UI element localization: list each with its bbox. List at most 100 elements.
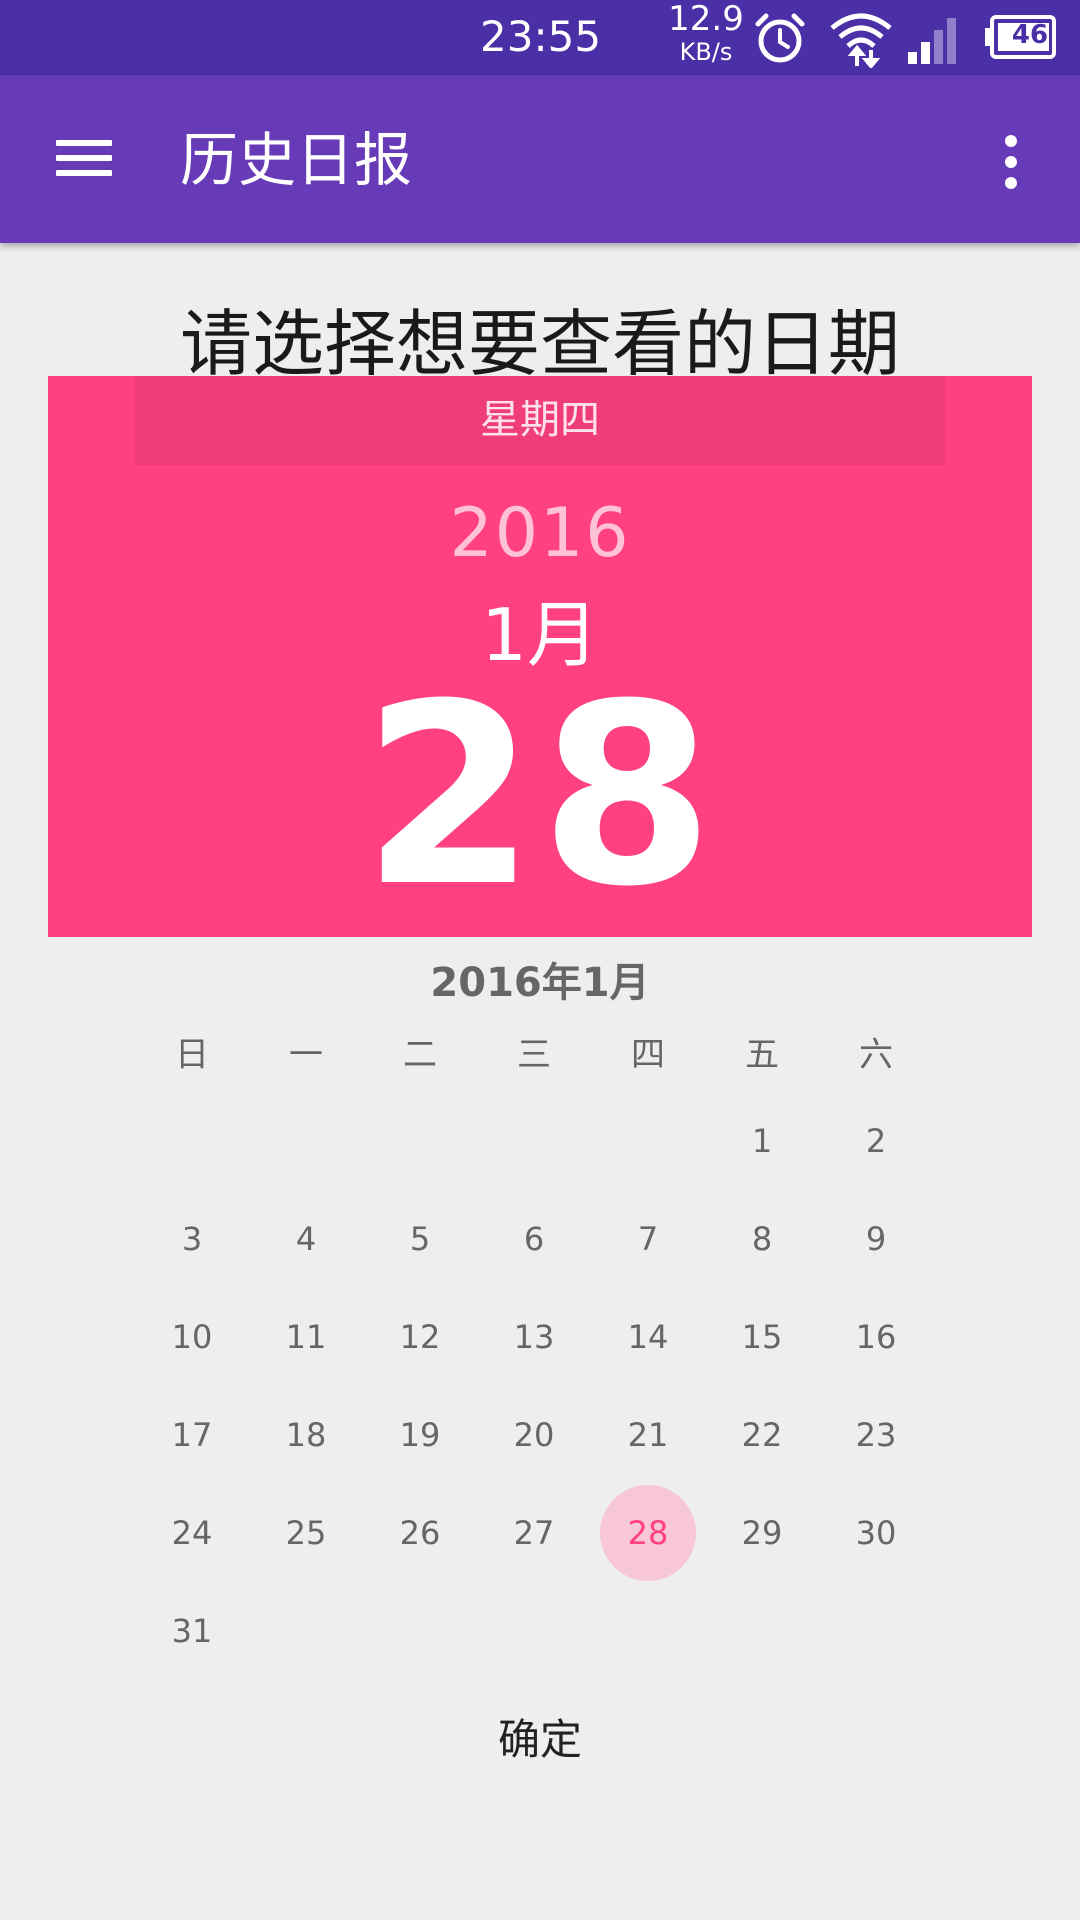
calendar-day-number: 8 — [751, 1220, 773, 1258]
calendar-day[interactable]: 16 — [819, 1288, 933, 1386]
calendar-day-number: 13 — [513, 1318, 555, 1356]
signal-icon — [906, 10, 966, 70]
calendar-day[interactable]: 6 — [477, 1190, 591, 1288]
calendar-day[interactable]: 3 — [135, 1190, 249, 1288]
calendar-day-number: 20 — [513, 1416, 555, 1454]
calendar-day-number: 15 — [741, 1318, 783, 1356]
calendar-day[interactable]: 30 — [819, 1484, 933, 1582]
calendar-empty-cell — [363, 1092, 477, 1190]
calendar-day-number: 30 — [855, 1514, 897, 1552]
status-bar: 23:55 12.9 KB/s 46 — [0, 0, 1080, 75]
calendar-empty-cell — [363, 1582, 477, 1680]
calendar-day-number: 26 — [399, 1514, 441, 1552]
network-speed: 12.9 KB/s — [666, 2, 746, 64]
calendar-day-number: 14 — [627, 1318, 669, 1356]
weekday-label: 日 — [175, 1034, 209, 1075]
calendar-day-number: 24 — [171, 1514, 213, 1552]
calendar-day[interactable]: 4 — [249, 1190, 363, 1288]
calendar-day[interactable]: 13 — [477, 1288, 591, 1386]
selected-weekday: 星期四 — [135, 376, 945, 465]
calendar-day[interactable]: 28 — [591, 1484, 705, 1582]
calendar-day[interactable]: 29 — [705, 1484, 819, 1582]
calendar-day[interactable]: 23 — [819, 1386, 933, 1484]
calendar-day-number: 27 — [513, 1514, 555, 1552]
selected-year[interactable]: 2016 — [48, 494, 1032, 573]
calendar-day[interactable]: 18 — [249, 1386, 363, 1484]
calendar-day-number: 16 — [855, 1318, 897, 1356]
calendar-day-number: 22 — [741, 1416, 783, 1454]
calendar-day[interactable]: 26 — [363, 1484, 477, 1582]
calendar-day[interactable]: 12 — [363, 1288, 477, 1386]
status-time: 23:55 — [480, 12, 602, 61]
calendar-week-row: 10 11 12 13 14 15 16 — [135, 1288, 935, 1386]
hamburger-menu-icon[interactable] — [40, 120, 130, 192]
calendar-weeks: 1 2 3 4 5 6 7 8 9 10 11 12 13 14 15 16 17 18 19 20 21 22 23 24 2… — [135, 1092, 935, 1680]
date-picker-header: 星期四 2016 1月 28 — [48, 376, 1032, 941]
calendar-day-number: 6 — [523, 1220, 545, 1258]
calendar-day-number: 31 — [171, 1612, 213, 1650]
calendar-day[interactable]: 31 — [135, 1582, 249, 1680]
calendar-empty-cell — [135, 1092, 249, 1190]
calendar-day-number: 3 — [181, 1220, 203, 1258]
calendar-empty-cell — [477, 1582, 591, 1680]
calendar-day[interactable]: 14 — [591, 1288, 705, 1386]
calendar-day-number: 7 — [637, 1220, 659, 1258]
calendar-day-number: 23 — [855, 1416, 897, 1454]
calendar-day[interactable]: 1 — [705, 1092, 819, 1190]
calendar-day-number: 21 — [627, 1416, 669, 1454]
calendar-day-number: 18 — [285, 1416, 327, 1454]
calendar-day[interactable]: 11 — [249, 1288, 363, 1386]
calendar-day[interactable]: 21 — [591, 1386, 705, 1484]
more-vert-icon[interactable] — [980, 125, 1040, 199]
calendar-day[interactable]: 2 — [819, 1092, 933, 1190]
calendar-month-title: 2016年1月 — [430, 960, 650, 1006]
wifi-icon — [828, 10, 894, 72]
calendar-empty-cell — [591, 1582, 705, 1680]
selected-day[interactable]: 28 — [48, 646, 1032, 946]
app-bar: 历史日报 — [0, 75, 1080, 243]
calendar-day-number: 11 — [285, 1318, 327, 1356]
calendar-day[interactable]: 5 — [363, 1190, 477, 1288]
calendar-day[interactable]: 10 — [135, 1288, 249, 1386]
calendar-day-number: 12 — [399, 1318, 441, 1356]
calendar-week-row: 17 18 19 20 21 22 23 — [135, 1386, 935, 1484]
calendar-week-row: 24 25 26 27 28 29 30 — [135, 1484, 935, 1582]
weekday-label: 一 — [289, 1034, 323, 1075]
calendar-empty-cell — [705, 1582, 819, 1680]
calendar-day[interactable]: 27 — [477, 1484, 591, 1582]
calendar-day[interactable]: 15 — [705, 1288, 819, 1386]
page-title: 历史日报 — [180, 126, 413, 194]
calendar-day[interactable]: 19 — [363, 1386, 477, 1484]
calendar-week-row: 31 — [135, 1582, 935, 1680]
weekday-label: 六 — [859, 1034, 893, 1075]
weekday-label: 三 — [517, 1034, 551, 1075]
network-speed-unit: KB/s — [679, 38, 733, 66]
calendar-day[interactable]: 7 — [591, 1190, 705, 1288]
weekday-label: 五 — [745, 1034, 779, 1075]
battery-level: 46 — [1011, 20, 1049, 50]
calendar-grid: 日 一 二 三 四 五 六 1 2 3 4 5 6 7 8 9 10 11 12 13 14 15 16 17 1… — [135, 1010, 935, 1680]
calendar-day[interactable]: 20 — [477, 1386, 591, 1484]
calendar-day[interactable]: 25 — [249, 1484, 363, 1582]
weekday-label: 二 — [403, 1034, 437, 1075]
calendar-day-number: 5 — [409, 1220, 431, 1258]
alarm-icon — [752, 10, 808, 70]
weekday-label: 四 — [631, 1034, 665, 1075]
calendar-week-row: 12 — [135, 1092, 935, 1190]
calendar-day[interactable]: 9 — [819, 1190, 933, 1288]
calendar-day-number: 4 — [295, 1220, 317, 1258]
calendar-day[interactable]: 17 — [135, 1386, 249, 1484]
calendar-empty-cell — [249, 1092, 363, 1190]
calendar-empty-cell — [591, 1092, 705, 1190]
confirm-button[interactable]: 确定 — [440, 1700, 640, 1780]
calendar-empty-cell — [819, 1582, 933, 1680]
calendar-day[interactable]: 22 — [705, 1386, 819, 1484]
calendar-empty-cell — [477, 1092, 591, 1190]
calendar-day[interactable]: 24 — [135, 1484, 249, 1582]
calendar-day[interactable]: 8 — [705, 1190, 819, 1288]
calendar-day-number: 17 — [171, 1416, 213, 1454]
calendar-day-number: 2 — [865, 1122, 887, 1160]
weekday-row: 日 一 二 三 四 五 六 — [135, 1010, 935, 1092]
calendar-week-row: 3 4 5 6 7 8 9 — [135, 1190, 935, 1288]
calendar-day-number: 19 — [399, 1416, 441, 1454]
